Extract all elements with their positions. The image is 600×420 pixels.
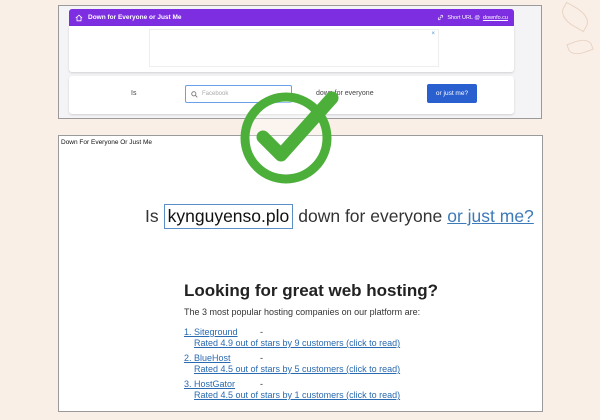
hosting-list: 1. Siteground - Rated 4.9 out of stars b…	[184, 327, 400, 405]
checkmark-icon	[240, 91, 339, 184]
host-dash: -	[260, 353, 263, 363]
app-header-bar: Down for Everyone or Just Me Short URL @…	[69, 9, 514, 26]
ad-slot: ×	[149, 29, 439, 67]
host-dash: -	[260, 327, 263, 337]
list-item: 3. HostGator - Rated 4.5 out of stars by…	[184, 379, 400, 405]
status-prefix: Is	[145, 206, 159, 226]
decorative-leaf	[557, 1, 593, 33]
link-icon	[438, 14, 444, 21]
host-rating-link[interactable]: Rated 4.9 out of stars by 9 customers (c…	[194, 338, 400, 348]
list-item: 1. Siteground - Rated 4.9 out of stars b…	[184, 327, 400, 353]
host-link-bluehost[interactable]: 2. BlueHost	[184, 353, 231, 363]
host-dash: -	[260, 379, 263, 389]
decorative-leaf	[566, 36, 594, 58]
app-title: Down for Everyone or Just Me	[88, 14, 182, 21]
short-url: Short URL @ downfo.cu	[437, 14, 508, 21]
host-link-hostgator[interactable]: 3. HostGator	[184, 379, 235, 389]
short-url-label: Short URL @	[447, 14, 480, 21]
query-prefix: Is	[131, 90, 137, 97]
search-placeholder: Facebook	[202, 91, 229, 97]
short-url-link[interactable]: downfo.cu	[483, 15, 508, 21]
list-item: 2. BlueHost - Rated 4.5 out of stars by …	[184, 353, 400, 379]
host-rating-link[interactable]: Rated 4.5 out of stars by 5 customers (c…	[194, 364, 400, 374]
search-icon	[191, 90, 198, 98]
status-line: Is kynguyenso.plo down for everyone or j…	[145, 204, 534, 229]
host-rating-link[interactable]: Rated 4.5 out of stars by 1 customers (c…	[194, 390, 400, 400]
home-icon[interactable]	[75, 14, 83, 22]
ad-card: ×	[69, 26, 514, 72]
hosting-heading: Looking for great web hosting?	[184, 281, 439, 300]
status-suffix: down for everyone	[298, 206, 443, 226]
or-just-me-button[interactable]: or just me?	[427, 84, 477, 103]
ad-close-icon[interactable]: ×	[431, 31, 435, 37]
domain-input[interactable]: kynguyenso.plo	[163, 204, 294, 229]
or-just-me-link[interactable]: or just me?	[447, 206, 534, 227]
hosting-subtitle: The 3 most popular hosting companies on …	[184, 307, 421, 317]
page-title: Down For Everyone Or Just Me	[61, 139, 153, 146]
host-link-siteground[interactable]: 1. Siteground	[184, 327, 238, 337]
